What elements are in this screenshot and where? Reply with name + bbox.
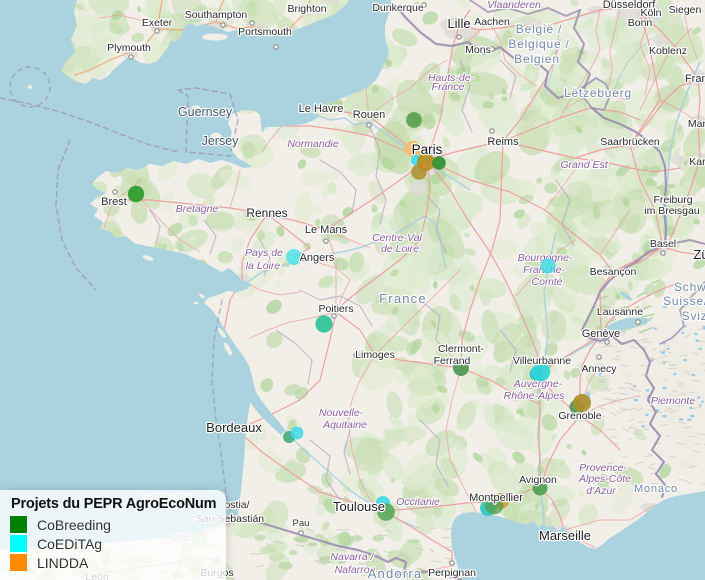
svg-text:Clermont-: Clermont- bbox=[438, 343, 485, 355]
svg-text:Occitanie: Occitanie bbox=[396, 496, 440, 508]
svg-text:Angers: Angers bbox=[300, 252, 335, 264]
svg-text:Rouen: Rouen bbox=[353, 109, 385, 121]
svg-text:France: France bbox=[432, 81, 465, 93]
svg-text:ostia/: ostia/ bbox=[224, 499, 249, 511]
svg-text:Avignon: Avignon bbox=[519, 474, 557, 486]
svg-text:Lëtzebuerg: Lëtzebuerg bbox=[564, 86, 632, 100]
svg-text:Svizz: Svizz bbox=[682, 309, 705, 323]
svg-text:Normandie: Normandie bbox=[287, 138, 339, 150]
svg-text:Navarra /: Navarra / bbox=[330, 551, 374, 563]
svg-text:Mons: Mons bbox=[465, 44, 491, 56]
svg-text:d'Azur: d'Azur bbox=[586, 485, 616, 497]
svg-text:la Loire: la Loire bbox=[246, 260, 281, 272]
svg-text:Suisse/S: Suisse/S bbox=[663, 294, 705, 308]
svg-text:Vlaanderen: Vlaanderen bbox=[487, 0, 541, 11]
svg-text:Guernsey: Guernsey bbox=[178, 105, 233, 119]
svg-text:Rennes: Rennes bbox=[246, 206, 287, 220]
svg-text:Belgien: Belgien bbox=[514, 52, 560, 66]
svg-text:Zü: Zü bbox=[693, 247, 705, 262]
svg-text:Southampton: Southampton bbox=[185, 9, 248, 21]
svg-text:Pau: Pau bbox=[293, 518, 310, 529]
svg-text:Bonn: Bonn bbox=[628, 17, 653, 29]
svg-text:Toulouse: Toulouse bbox=[333, 499, 385, 514]
svg-text:Dunkerque: Dunkerque bbox=[372, 2, 424, 14]
svg-text:Monaco: Monaco bbox=[634, 483, 678, 495]
svg-text:Siegen: Siegen bbox=[669, 4, 702, 16]
svg-text:de Loire: de Loire bbox=[381, 243, 419, 255]
svg-text:Poitiers: Poitiers bbox=[318, 303, 353, 315]
svg-text:Le Mans: Le Mans bbox=[305, 224, 348, 236]
svg-text:Piemonte: Piemonte bbox=[651, 395, 696, 407]
svg-text:Bretagne: Bretagne bbox=[176, 203, 219, 215]
svg-text:Lille: Lille bbox=[447, 16, 470, 31]
svg-text:Karlsr: Karlsr bbox=[689, 156, 705, 168]
svg-text:Besançon: Besançon bbox=[590, 266, 637, 278]
svg-text:Genève: Genève bbox=[582, 328, 621, 340]
svg-text:Saarbrücken: Saarbrücken bbox=[600, 136, 660, 148]
svg-text:Rhône-Alpes: Rhône-Alpes bbox=[504, 390, 565, 402]
svg-text:Portsmouth: Portsmouth bbox=[238, 26, 292, 38]
svg-text:Basel: Basel bbox=[650, 238, 676, 250]
svg-text:Koblenz: Koblenz bbox=[649, 45, 687, 57]
svg-text:Pays de: Pays de bbox=[245, 247, 283, 259]
svg-text:Paris: Paris bbox=[412, 142, 443, 157]
svg-text:Aachen: Aachen bbox=[474, 16, 510, 28]
svg-text:Le Havre: Le Havre bbox=[299, 103, 344, 115]
svg-text:Perpignan: Perpignan bbox=[428, 567, 476, 579]
svg-text:Jersey: Jersey bbox=[202, 134, 240, 148]
svg-text:Belgique /: Belgique / bbox=[508, 37, 569, 51]
svg-text:Grenoble: Grenoble bbox=[558, 410, 601, 422]
svg-text:Andorra: Andorra bbox=[368, 566, 423, 580]
svg-text:Reims: Reims bbox=[487, 136, 519, 148]
svg-text:Lausanne: Lausanne bbox=[597, 306, 643, 318]
svg-text:België /: België / bbox=[516, 22, 562, 36]
svg-text:Limoges: Limoges bbox=[355, 349, 395, 361]
svg-text:Annecy: Annecy bbox=[581, 363, 617, 375]
svg-text:Bordeaux: Bordeaux bbox=[206, 420, 262, 435]
svg-text:Mann: Mann bbox=[688, 118, 705, 130]
svg-text:Marseille: Marseille bbox=[539, 528, 591, 543]
svg-text:Comté: Comté bbox=[532, 276, 563, 288]
svg-text:Schwe: Schwe bbox=[674, 280, 705, 294]
svg-text:Plymouth: Plymouth bbox=[107, 42, 151, 54]
svg-text:France: France bbox=[379, 291, 427, 306]
svg-text:Ferrand: Ferrand bbox=[434, 355, 471, 367]
svg-text:Grand Est: Grand Est bbox=[560, 159, 608, 171]
svg-text:Brest: Brest bbox=[101, 196, 127, 208]
svg-text:Exeter: Exeter bbox=[142, 17, 173, 29]
svg-text:Aquitaine: Aquitaine bbox=[322, 419, 367, 431]
svg-text:Brighton: Brighton bbox=[287, 3, 326, 15]
svg-text:Frank: Frank bbox=[685, 73, 705, 85]
svg-text:Alpes-Côte: Alpes-Côte bbox=[578, 473, 631, 485]
svg-text:Villeurbanne: Villeurbanne bbox=[513, 355, 571, 367]
svg-text:Nouvelle-: Nouvelle- bbox=[319, 407, 364, 419]
svg-text:Montpellier: Montpellier bbox=[469, 492, 523, 504]
svg-text:im Breisgau: im Breisgau bbox=[644, 205, 700, 217]
